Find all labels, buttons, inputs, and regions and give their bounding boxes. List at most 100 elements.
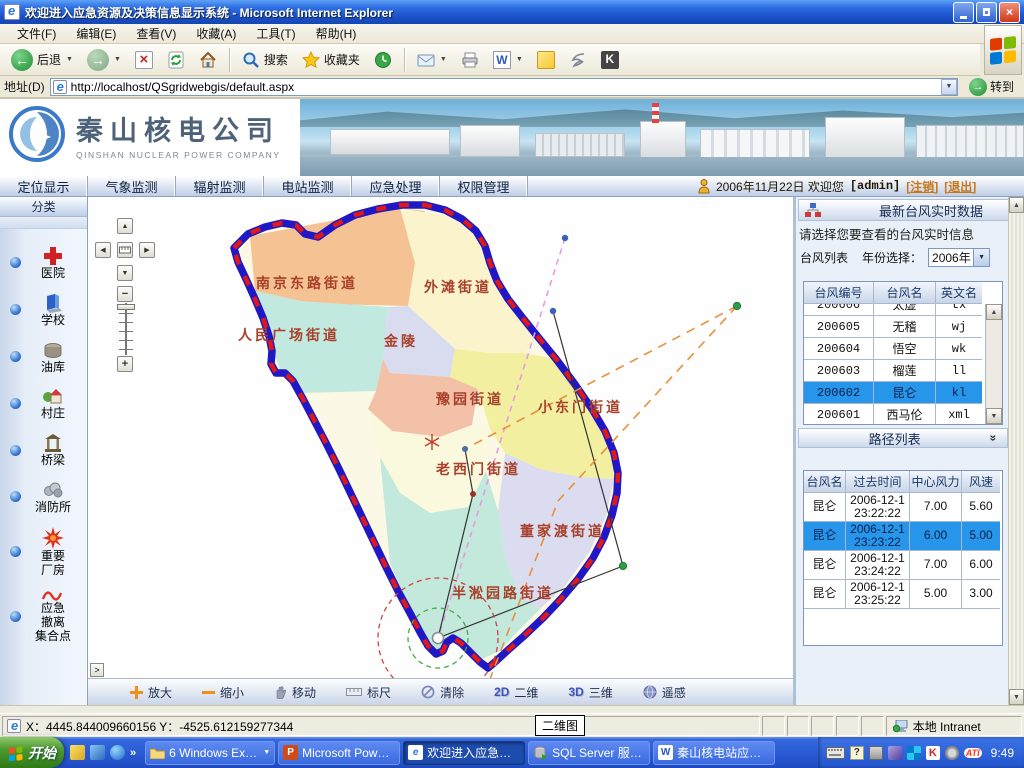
- history-button[interactable]: [369, 49, 397, 71]
- volume-tray-icon[interactable]: [945, 746, 959, 760]
- discuss-button[interactable]: [564, 49, 592, 71]
- sidebar-item-school[interactable]: 学校: [0, 292, 87, 328]
- taskbar-button-powerpoint[interactable]: P Microsoft PowerP...: [278, 741, 400, 765]
- pan-left-button[interactable]: ◀: [95, 242, 111, 258]
- address-dropdown-button[interactable]: ▼: [941, 79, 957, 95]
- table-row-selected[interactable]: 昆仑2006-12-1 23:23:226.005.00: [804, 522, 1000, 551]
- go-button[interactable]: → 转到: [963, 78, 1020, 96]
- messenger-button[interactable]: [532, 49, 560, 71]
- tool-zoom-out[interactable]: 缩小: [202, 684, 244, 701]
- map-mode-tab[interactable]: 二维图: [535, 715, 585, 736]
- table-row[interactable]: 200606太虚tx: [804, 304, 982, 316]
- menu-help[interactable]: 帮助(H): [307, 23, 366, 44]
- menu-tools[interactable]: 工具(T): [247, 23, 304, 44]
- print-button[interactable]: [456, 49, 484, 71]
- tool-ruler[interactable]: 标尺: [346, 684, 391, 701]
- taskbar-button-ie-active[interactable]: e 欢迎进入应急资...: [403, 741, 525, 765]
- back-button[interactable]: ← 后退 ▼: [6, 47, 78, 73]
- taskbar-button-sqlserver[interactable]: SQL Server 服务...: [528, 741, 650, 765]
- table-row[interactable]: 200604悟空wk: [804, 338, 982, 360]
- table-row[interactable]: 昆仑2006-12-1 23:24:227.006.00: [804, 551, 1000, 580]
- sidebar-item-oil-depot[interactable]: 油库: [0, 339, 87, 375]
- kaspersky-tray-icon[interactable]: K: [926, 746, 940, 760]
- tab-weather-monitor[interactable]: 气象监测: [88, 176, 176, 196]
- year-select[interactable]: 2006年 ▼: [928, 248, 990, 267]
- sidebar-item-hospital[interactable]: 医院: [0, 245, 87, 281]
- path-list-bar[interactable]: 路径列表 »: [798, 428, 1008, 448]
- ruler-mode-button[interactable]: [117, 242, 133, 258]
- minimize-button[interactable]: [953, 2, 974, 23]
- grid-tray-icon[interactable]: [907, 746, 921, 760]
- table-row[interactable]: 昆仑2006-12-1 23:22:227.005.60: [804, 493, 1000, 522]
- table-row[interactable]: 200603榴莲ll: [804, 360, 982, 382]
- tool-remote-sensing[interactable]: 遥感: [643, 684, 686, 701]
- edit-word-button[interactable]: W ▼: [488, 49, 528, 71]
- network-tray-icon[interactable]: [888, 746, 902, 760]
- zoom-out-button[interactable]: −: [117, 286, 133, 302]
- zoom-slider-thumb[interactable]: [117, 304, 135, 310]
- address-input[interactable]: [71, 80, 937, 94]
- tool-2d[interactable]: 2D 二维: [494, 684, 538, 701]
- sidebar-item-bridge[interactable]: 桥梁: [0, 432, 87, 468]
- window-titlebar[interactable]: 欢迎进入应急资源及决策信息显示系统 - Microsoft Internet E…: [0, 0, 1024, 24]
- tool-zoom-in[interactable]: 放大: [130, 684, 172, 701]
- collapse-sidebar-button[interactable]: >: [90, 663, 104, 677]
- table-row-selected[interactable]: 200602昆仑kl: [804, 382, 982, 404]
- start-button[interactable]: 开始: [0, 737, 64, 768]
- outlook-icon[interactable]: [90, 745, 105, 760]
- pan-right-button[interactable]: ▶: [139, 242, 155, 258]
- keyboard-icon[interactable]: [826, 747, 845, 759]
- tab-location-display[interactable]: 定位显示: [0, 176, 88, 196]
- sidebar-item-village[interactable]: 村庄: [0, 385, 87, 421]
- tab-radiation-monitor[interactable]: 辐射监测: [176, 176, 264, 196]
- ati-tray-icon[interactable]: ATI: [964, 748, 982, 758]
- refresh-button[interactable]: [162, 49, 190, 71]
- sidebar-item-fire-station[interactable]: 消防所: [0, 479, 87, 515]
- tab-permission-manage[interactable]: 权限管理: [440, 176, 528, 196]
- scroll-up-button[interactable]: ▲: [986, 304, 1002, 320]
- forward-button[interactable]: → ▼: [82, 47, 126, 73]
- zoom-in-button[interactable]: +: [117, 356, 133, 372]
- close-button[interactable]: ×: [999, 2, 1020, 23]
- server-tray-icon[interactable]: [869, 746, 883, 760]
- ie-quick-icon[interactable]: [110, 745, 125, 760]
- sidebar-item-important-plant[interactable]: 重要 厂房: [0, 526, 87, 578]
- taskbar-button-word[interactable]: W 秦山核电站应急...: [653, 741, 775, 765]
- tab-station-monitor[interactable]: 电站监测: [264, 176, 352, 196]
- maximize-button[interactable]: [976, 2, 997, 23]
- map-panel[interactable]: 南京东路街道 外滩街道 人民广场街道 金陵 豫园街道 小东门街道 老西门街道 董…: [88, 197, 793, 705]
- menu-favorites[interactable]: 收藏(A): [187, 23, 245, 44]
- pan-up-button[interactable]: ▲: [117, 218, 133, 234]
- table-row[interactable]: 200601西马伦xml: [804, 404, 982, 424]
- table-row[interactable]: 昆仑2006-12-1 23:25:225.003.00: [804, 580, 1000, 609]
- district-map[interactable]: [88, 197, 793, 678]
- stop-button[interactable]: ×: [130, 49, 158, 71]
- tool-3d[interactable]: 3D 三维: [568, 684, 612, 701]
- home-button[interactable]: [194, 49, 222, 71]
- tool-clear[interactable]: 清除: [421, 684, 464, 701]
- table-row[interactable]: 200605无稽wj: [804, 316, 982, 338]
- menu-edit[interactable]: 编辑(E): [67, 23, 125, 44]
- search-button[interactable]: 搜索: [237, 49, 293, 71]
- scroll-up-button[interactable]: ▲: [1009, 197, 1024, 213]
- tab-emergency-handle[interactable]: 应急处理: [352, 176, 440, 196]
- kaspersky-button[interactable]: K: [596, 49, 624, 71]
- menu-view[interactable]: 查看(V): [127, 23, 185, 44]
- zoom-slider[interactable]: [122, 303, 130, 355]
- scroll-down-button[interactable]: ▼: [1009, 689, 1024, 705]
- table-scrollbar[interactable]: ▲ ▼: [985, 304, 1002, 424]
- show-desktop-icon[interactable]: [70, 745, 85, 760]
- panel-scrollbar[interactable]: ▲ ▼: [1008, 197, 1024, 705]
- exit-link[interactable]: [退出]: [944, 178, 976, 195]
- mail-button[interactable]: ▼: [412, 49, 452, 71]
- menu-file[interactable]: 文件(F): [8, 23, 65, 44]
- quick-launch-more-icon[interactable]: »: [130, 747, 136, 759]
- sidebar-item-assembly-point[interactable]: 应急 撤离 集合点: [0, 588, 87, 643]
- scroll-down-button[interactable]: ▼: [986, 408, 1002, 424]
- favorites-button[interactable]: 收藏夹: [297, 49, 365, 71]
- pan-down-button[interactable]: ▼: [117, 265, 133, 281]
- tool-pan[interactable]: 移动: [274, 684, 316, 701]
- help-tray-icon[interactable]: ?: [850, 746, 864, 760]
- logout-link[interactable]: [注销]: [906, 178, 938, 195]
- taskbar-button-explorer-group[interactable]: 6 Windows Expl... ▼: [145, 741, 275, 765]
